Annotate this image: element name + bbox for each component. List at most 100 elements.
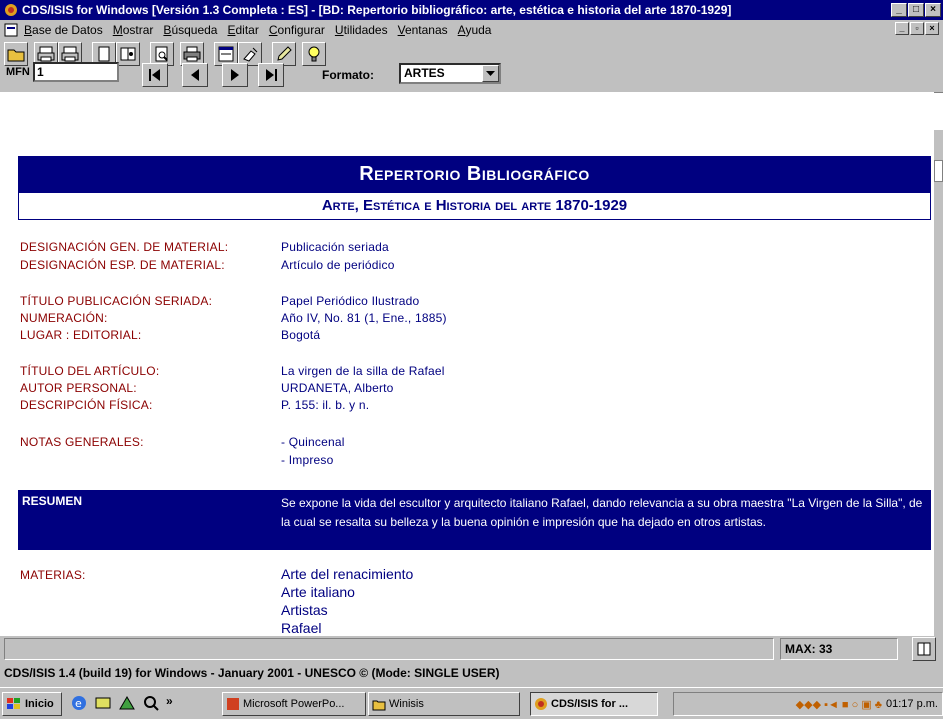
- field-label-serial-title: TÍTULO PUBLICACIÓN SERIADA:: [20, 294, 213, 308]
- menu-configurar[interactable]: Configurar: [269, 23, 325, 37]
- menu-bar: Base de Datos Mostrar Búsqueda Editar Co…: [0, 20, 943, 39]
- last-record-button[interactable]: [258, 63, 284, 87]
- credits-line: CDS/ISIS 1.4 (build 19) for Windows - Ja…: [4, 666, 500, 680]
- task-label: CDS/ISIS for ...: [551, 698, 629, 710]
- start-button[interactable]: Inicio: [2, 692, 62, 716]
- resumen-text: Se expone la vida del escultor y arquite…: [281, 496, 923, 529]
- search-icon[interactable]: [142, 694, 160, 712]
- open-database-button[interactable]: [4, 42, 28, 66]
- help-tip-button[interactable]: [302, 42, 326, 66]
- channels-icon[interactable]: [118, 694, 136, 712]
- field-label-gen-material: DESIGNACIÓN GEN. DE MATERIAL:: [20, 240, 229, 254]
- folder-icon: [7, 49, 25, 62]
- print-record-icon: [37, 46, 55, 62]
- system-tray: ◆◆◆ ▪◄ ■ ○ ▣ ♣ 01:17 p.m.: [673, 692, 943, 716]
- last-record-icon: [266, 69, 277, 81]
- scrollbar-thumb[interactable]: [934, 160, 943, 182]
- banner-subtitle: Arte, Estética e Historia del arte 1870-…: [18, 192, 931, 220]
- first-record-button[interactable]: [142, 63, 168, 87]
- document-icon[interactable]: [4, 23, 18, 37]
- internet-explorer-icon[interactable]: e: [70, 694, 88, 712]
- menu-ayuda[interactable]: Ayuda: [458, 23, 492, 37]
- resumen-block: RESUMEN Se expone la vida del escultor y…: [18, 490, 931, 550]
- field-value-esp-material: Artículo de periódico: [281, 258, 395, 272]
- lightbulb-icon: [308, 46, 320, 62]
- task-powerpoint[interactable]: Microsoft PowerPo...: [222, 692, 366, 716]
- clock: 01:17 p.m.: [886, 698, 938, 710]
- vertical-scrollbar[interactable]: [934, 130, 943, 636]
- print-format-icon: [61, 46, 79, 62]
- windows-taskbar: Inicio e » Microsoft PowerPo... Winisis …: [0, 687, 943, 719]
- book-button[interactable]: [912, 637, 936, 661]
- child-restore-button[interactable]: ▫: [910, 22, 924, 35]
- field-label-lugar: LUGAR : EDITORIAL:: [20, 328, 142, 342]
- field-value-notes-2: - Impreso: [281, 453, 334, 467]
- task-label: Microsoft PowerPo...: [243, 698, 345, 710]
- field-value-gen-material: Publicación seriada: [281, 240, 389, 254]
- previous-record-button[interactable]: [182, 63, 208, 87]
- record-display: Repertorio Bibliográfico Arte, Estética …: [0, 92, 934, 636]
- menu-base-de-datos[interactable]: Base de Datos: [24, 23, 103, 37]
- previous-record-icon: [191, 69, 199, 81]
- child-minimize-button[interactable]: _: [895, 22, 909, 35]
- field-value-lugar: Bogotá: [281, 328, 321, 342]
- status-message-field: [4, 638, 774, 660]
- child-close-button[interactable]: ×: [925, 22, 939, 35]
- page-icon: [98, 46, 110, 62]
- start-label: Inicio: [25, 698, 54, 710]
- edit-record-button[interactable]: [116, 42, 140, 66]
- quick-launch: e »: [70, 694, 173, 712]
- field-label-esp-material: DESIGNACIÓN ESP. DE MATERIAL:: [20, 258, 225, 272]
- folder-icon: [372, 700, 386, 711]
- task-winisis[interactable]: Winisis: [368, 692, 520, 716]
- menu-mostrar[interactable]: Mostrar: [113, 23, 154, 37]
- max-mfn-field: MAX: 33: [780, 638, 898, 660]
- materia-item: Arte del renacimiento: [281, 566, 414, 582]
- title-bar[interactable]: CDS/ISIS for Windows [Versión 1.3 Comple…: [0, 0, 943, 20]
- printer-icon: [183, 46, 201, 62]
- svg-text:e: e: [75, 697, 82, 710]
- book-icon: [917, 642, 931, 656]
- field-label-numeracion: NUMERACIÓN:: [20, 311, 108, 325]
- status-bar: MAX: 33: [0, 636, 943, 662]
- dropdown-arrow-icon[interactable]: [482, 65, 499, 82]
- cds-isis-app-icon: [535, 698, 547, 710]
- field-value-serial-title: Papel Periódico Ilustrado: [281, 294, 420, 308]
- edit-page-icon: [120, 47, 136, 61]
- materia-item: Artistas: [281, 602, 328, 618]
- field-value-author: URDANETA, Alberto: [281, 381, 394, 395]
- pencil-icon: [277, 46, 292, 61]
- field-label-physical-desc: DESCRIPCIÓN FÍSICA:: [20, 398, 153, 412]
- field-label-author: AUTOR PERSONAL:: [20, 381, 137, 395]
- first-record-icon: [149, 69, 160, 81]
- field-label-materias: MATERIAS:: [20, 568, 86, 582]
- menu-utilidades[interactable]: Utilidades: [335, 23, 388, 37]
- mfn-label: MFN: [6, 66, 30, 78]
- mfn-input[interactable]: 1: [33, 62, 119, 82]
- maximize-button[interactable]: □: [908, 3, 924, 17]
- close-button[interactable]: ×: [925, 3, 941, 17]
- menu-ventanas[interactable]: Ventanas: [398, 23, 448, 37]
- app-window: CDS/ISIS for Windows [Versión 1.3 Comple…: [0, 0, 943, 719]
- field-value-numeracion: Año IV, No. 81 (1, Ene., 1885): [281, 311, 447, 325]
- magnifier-page-icon: [155, 46, 168, 62]
- field-label-article-title: TÍTULO DEL ARTÍCULO:: [20, 364, 160, 378]
- field-value-notes-1: - Quincenal: [281, 435, 345, 449]
- powerpoint-icon: [227, 698, 239, 710]
- format-label: Formato:: [322, 68, 374, 82]
- minimize-button[interactable]: _: [891, 3, 907, 17]
- menu-editar[interactable]: Editar: [227, 23, 258, 37]
- more-chevron-icon[interactable]: »: [166, 694, 173, 712]
- menu-busqueda[interactable]: Búsqueda: [163, 23, 217, 37]
- materia-item: Rafael: [281, 620, 322, 636]
- field-label-notes: NOTAS GENERALES:: [20, 435, 144, 449]
- outlook-icon[interactable]: [94, 694, 112, 712]
- banner-title: Repertorio Bibliográfico: [18, 156, 931, 192]
- task-cds-isis[interactable]: CDS/ISIS for ...: [530, 692, 658, 716]
- next-record-icon: [231, 69, 239, 81]
- cds-isis-app-icon: [5, 4, 17, 16]
- format-select[interactable]: ARTES: [399, 63, 501, 84]
- tray-icons[interactable]: ◆◆◆ ▪◄ ■ ○ ▣ ♣: [796, 698, 882, 711]
- next-record-button[interactable]: [222, 63, 248, 87]
- window-title: CDS/ISIS for Windows [Versión 1.3 Comple…: [22, 3, 732, 17]
